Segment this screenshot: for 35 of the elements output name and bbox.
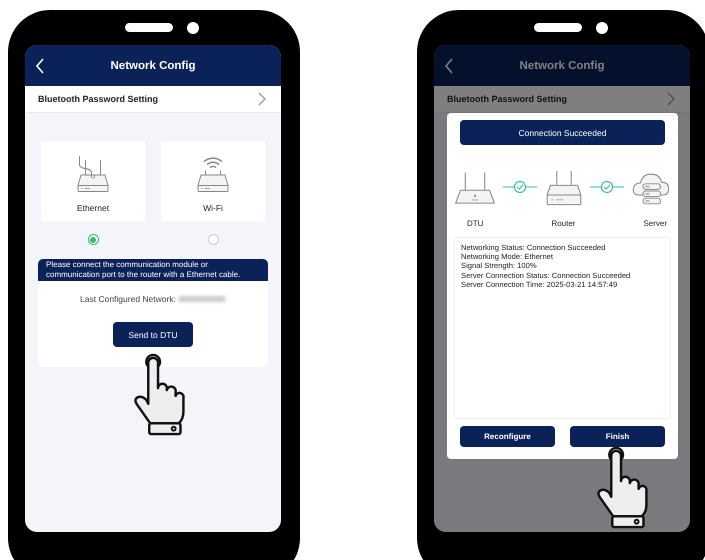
status-banner: Connection Succeeded [460, 120, 665, 145]
ethernet-router-icon [75, 155, 111, 195]
connection-option-card[interactable]: Wi-Fi [161, 141, 265, 221]
option-label: Ethernet [76, 203, 110, 213]
settings-row[interactable]: Bluetooth Password Setting [434, 86, 690, 113]
notice-text: Please connect the communication module or communication port to the router with a Ethernet cable. [38, 259, 268, 281]
speaker-grille [125, 23, 173, 32]
blurred-network-name [178, 296, 226, 302]
settings-label: Bluetooth Password Setting [447, 94, 568, 104]
speaker-grille [534, 23, 582, 32]
check-connector-icon [502, 179, 537, 195]
settings-row[interactable]: Bluetooth Password Setting [25, 86, 281, 113]
screen-title: Network Config [520, 60, 604, 72]
check-connector-icon [590, 179, 624, 195]
option-label: Wi-Fi [203, 203, 223, 213]
wifi-router-icon [195, 155, 231, 195]
front-camera [596, 22, 608, 34]
node-label: Server [643, 219, 667, 229]
pointing-hand-icon [131, 353, 187, 436]
connection-option-card[interactable]: Ethernet [41, 141, 145, 221]
node-label: Router [551, 219, 576, 229]
last-network-label: Last Configured Network: [80, 294, 176, 304]
screen-title: Network Config [110, 60, 196, 72]
dialog-button[interactable]: Reconfigure [460, 426, 555, 447]
back-icon[interactable] [35, 57, 45, 75]
send-button[interactable]: Send to DTU [113, 322, 193, 347]
radio-button[interactable] [88, 234, 98, 245]
front-camera [187, 22, 199, 34]
settings-label: Bluetooth Password Setting [38, 94, 158, 104]
dialog-button[interactable]: Finish [570, 426, 665, 447]
radio-button[interactable] [208, 234, 218, 245]
chevron-right-icon [666, 92, 676, 106]
node-label: DTU [467, 219, 484, 229]
pointing-hand-icon [594, 446, 650, 529]
chevron-right-icon [257, 92, 267, 106]
